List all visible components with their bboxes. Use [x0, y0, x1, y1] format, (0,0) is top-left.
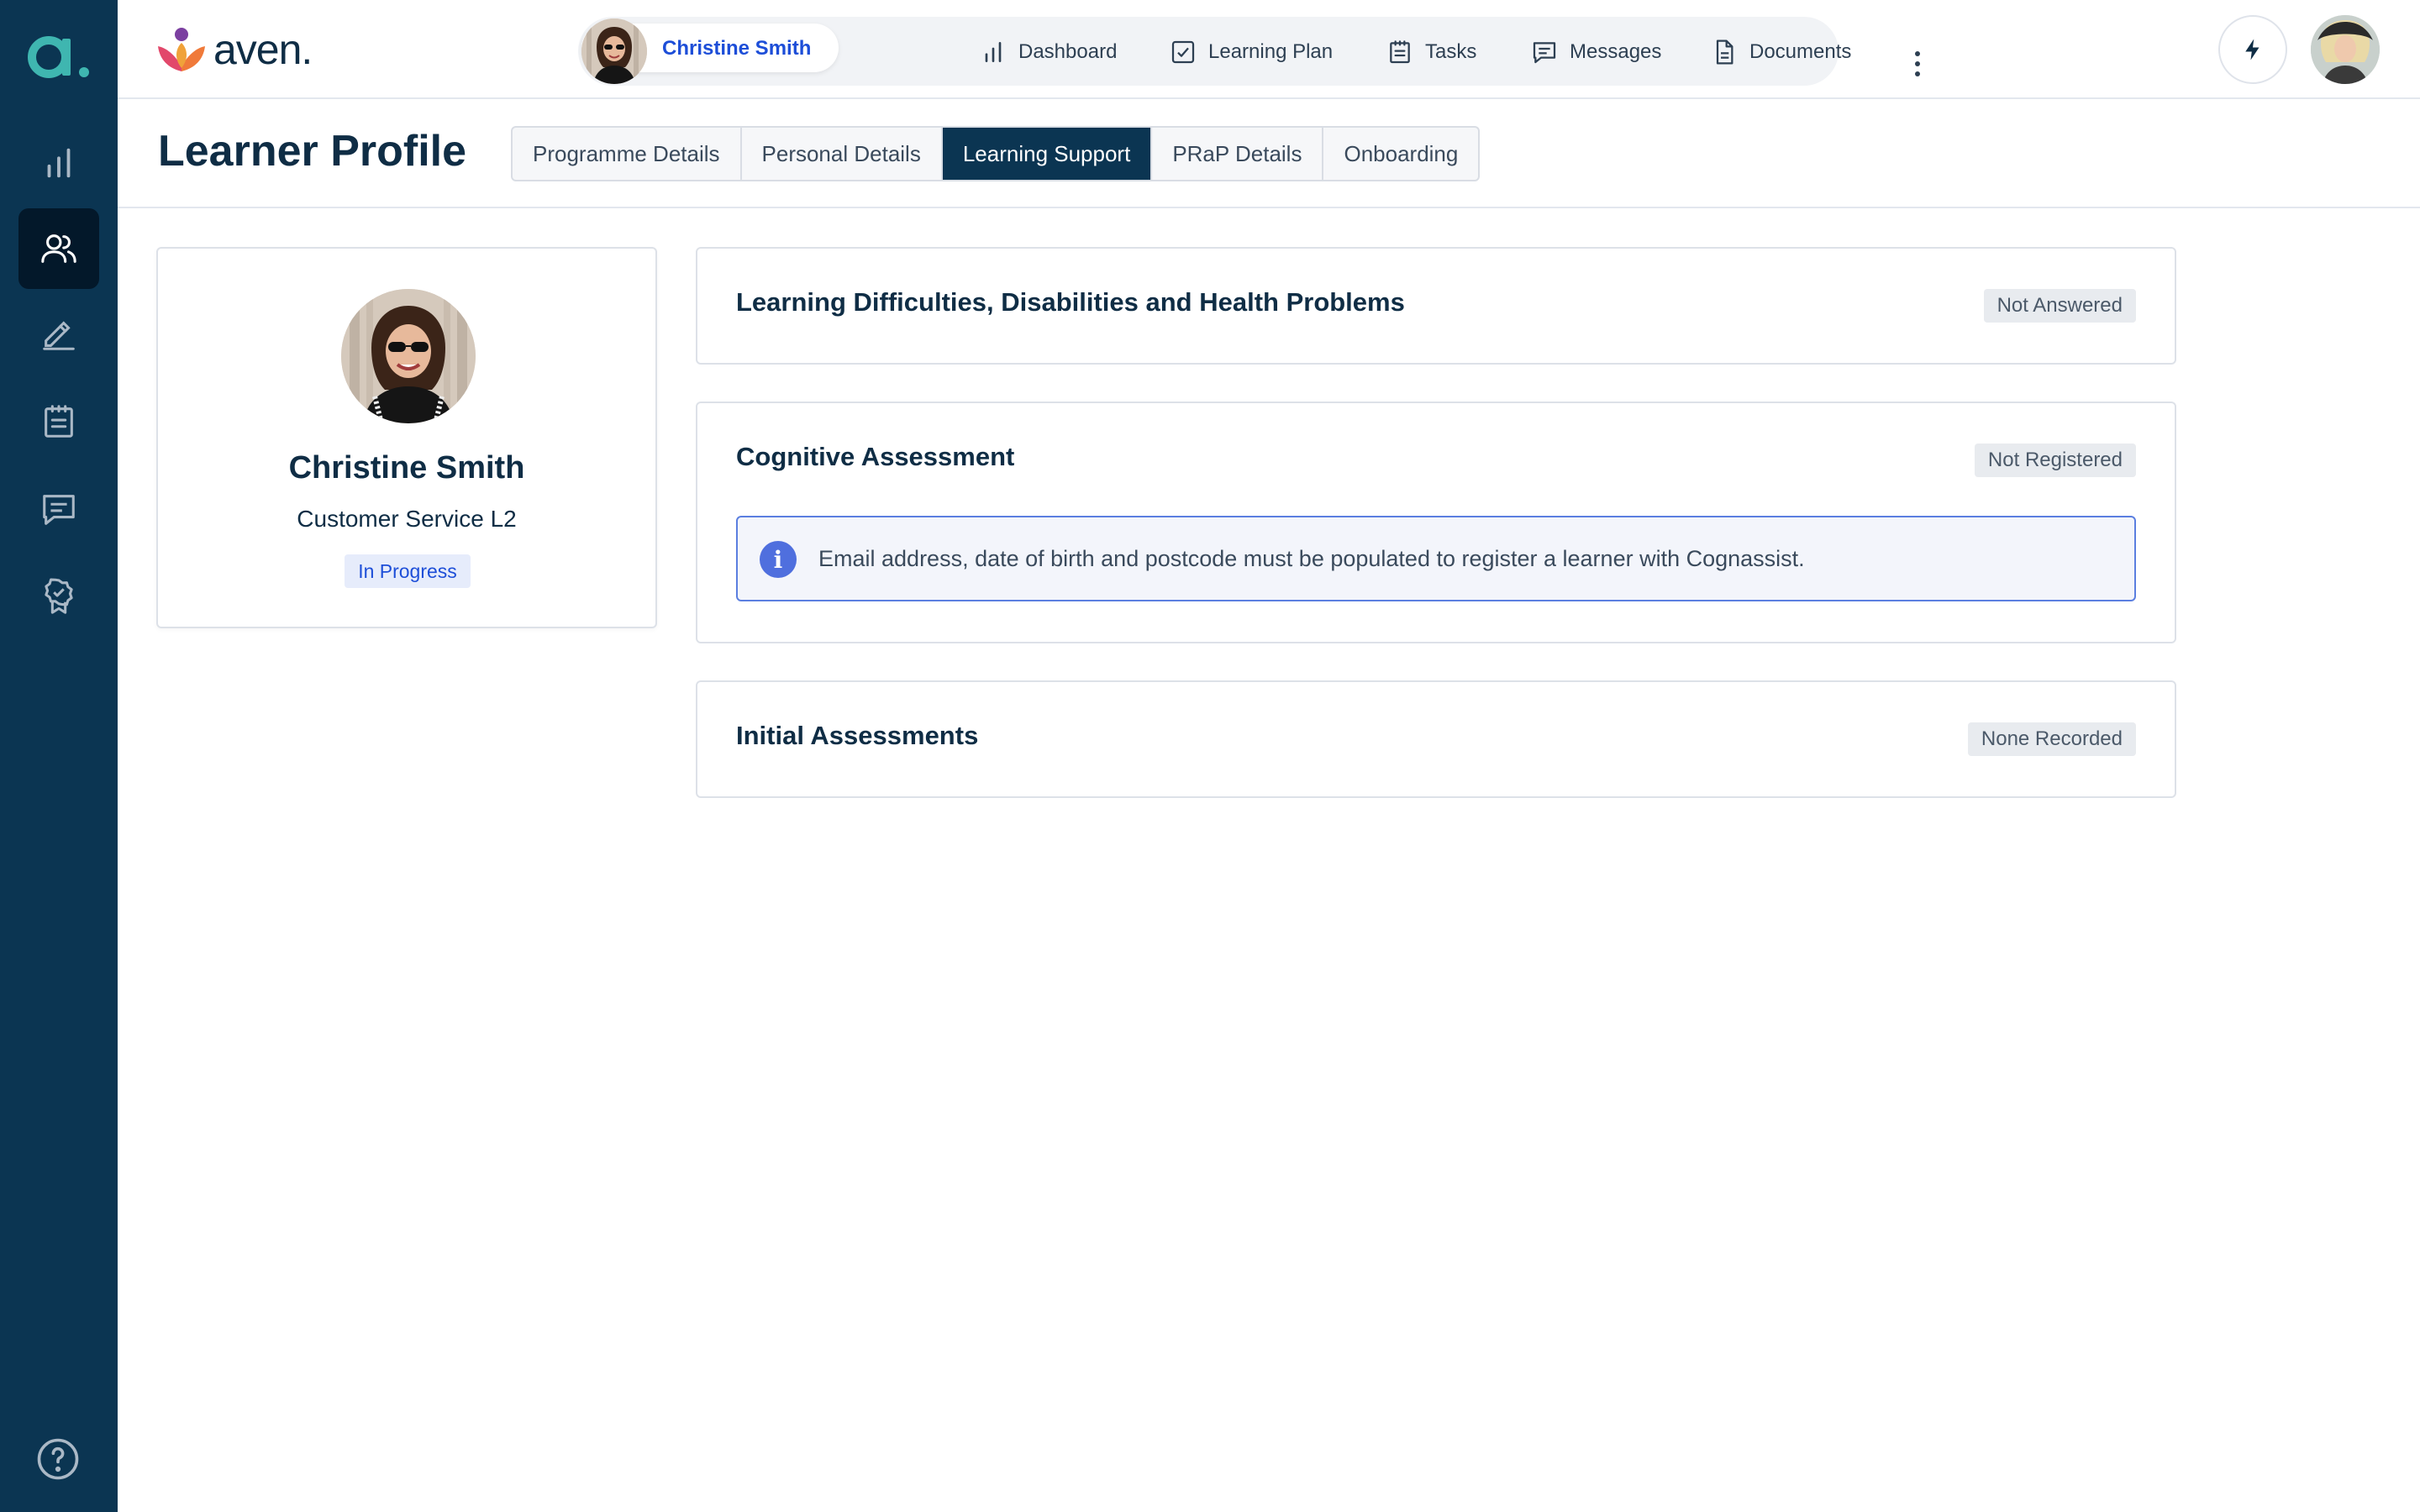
section-title: Cognitive Assessment: [736, 442, 1015, 471]
section-cognitive-assessment: Cognitive Assessment Not Registered i Em…: [696, 402, 2176, 643]
app-logo[interactable]: [25, 25, 92, 84]
more-menu-icon[interactable]: [1914, 50, 1921, 84]
status-badge: Not Answered: [1983, 289, 2136, 323]
nav-documents[interactable]: Documents: [1711, 35, 1851, 69]
page-title: Learner Profile: [158, 127, 467, 176]
nav-tasks-label: Tasks: [1425, 40, 1477, 63]
tab-prap-details[interactable]: PRaP Details: [1152, 128, 1324, 180]
tab-learning-support[interactable]: Learning Support: [942, 128, 1153, 180]
clipboard-icon: [45, 405, 73, 438]
bar-chart-icon: [47, 148, 71, 178]
nav-messages-label: Messages: [1570, 40, 1662, 63]
learner-nav-bar: Christine Smith Dashboard Learning Plan …: [578, 17, 1920, 86]
profile-card: Christine Smith Customer Service L2 In P…: [156, 247, 657, 628]
nav-dashboard[interactable]: Dashboard: [980, 35, 1117, 69]
learner-chip[interactable]: Christine Smith: [581, 18, 839, 84]
learner-course: Customer Service L2: [297, 506, 517, 532]
status-badge: Not Registered: [1974, 444, 2136, 477]
rail-item-reports[interactable]: [18, 123, 99, 203]
page-header: Learner Profile Programme Details Person…: [118, 101, 2420, 208]
info-alert: i Email address, date of birth and postc…: [736, 516, 2136, 601]
tab-programme-details[interactable]: Programme Details: [513, 128, 742, 180]
section-initial-assessments: Initial Assessments None Recorded: [696, 680, 2176, 798]
users-icon: [41, 234, 76, 263]
rail-item-achievements[interactable]: [18, 556, 99, 637]
tab-personal-details[interactable]: Personal Details: [742, 128, 943, 180]
status-badge: None Recorded: [1967, 722, 2136, 756]
nav-learning-plan-label: Learning Plan: [1208, 40, 1334, 63]
chat-icon: [43, 495, 75, 525]
top-bar: aven. Christine Smith Dashboard Learning…: [118, 0, 2420, 99]
learner-avatar: [581, 18, 647, 84]
rail-item-tasks[interactable]: [18, 381, 99, 462]
profile-avatar: [341, 289, 476, 423]
nav-messages[interactable]: Messages: [1531, 35, 1661, 69]
brand-logo[interactable]: aven.: [156, 25, 313, 74]
brand-name: aven.: [213, 26, 313, 73]
rail-item-learners[interactable]: [18, 208, 99, 289]
clipboard-icon: [1390, 40, 1410, 64]
profile-tabs: Programme Details Personal Details Learn…: [511, 126, 1481, 181]
nav-documents-label: Documents: [1749, 40, 1852, 63]
tab-onboarding[interactable]: Onboarding: [1323, 128, 1478, 180]
user-avatar[interactable]: [2311, 15, 2380, 84]
pen-sign-icon: [43, 321, 75, 350]
status-badge: In Progress: [345, 554, 471, 588]
section-title: Initial Assessments: [736, 721, 979, 750]
learner-chip-name: Christine Smith: [662, 37, 812, 60]
nav-learning-plan[interactable]: Learning Plan: [1170, 35, 1333, 69]
bar-chart-icon: [985, 42, 1002, 62]
rail-item-messages[interactable]: [18, 469, 99, 549]
lotus-logo-icon: [158, 28, 205, 71]
help-icon[interactable]: [35, 1436, 81, 1482]
checkbox-icon: [1171, 40, 1195, 64]
rail-item-signatures[interactable]: [18, 294, 99, 375]
badge-icon: [45, 578, 73, 614]
info-icon: i: [760, 541, 797, 578]
section-learning-difficulties: Learning Difficulties, Disabilities and …: [696, 247, 2176, 365]
info-message: Email address, date of birth and postcod…: [818, 546, 1805, 571]
learner-name: Christine Smith: [288, 450, 525, 486]
quick-actions-button[interactable]: [2218, 15, 2287, 84]
document-icon: [1716, 39, 1733, 65]
chat-icon: [1533, 42, 1556, 64]
side-rail: [0, 0, 118, 1512]
lightning-icon: [2245, 39, 2260, 60]
section-title: Learning Difficulties, Disabilities and …: [736, 287, 1405, 317]
nav-dashboard-label: Dashboard: [1018, 40, 1118, 63]
nav-tasks[interactable]: Tasks: [1386, 35, 1476, 69]
